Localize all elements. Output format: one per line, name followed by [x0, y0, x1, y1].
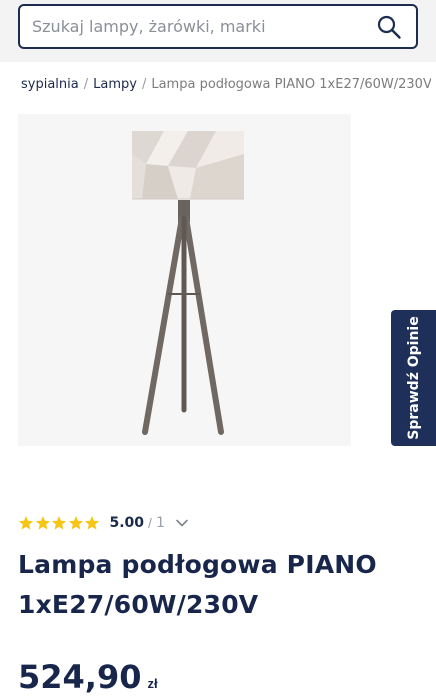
product-image[interactable] [18, 114, 351, 446]
breadcrumb-separator: / [83, 77, 89, 92]
search-icon[interactable] [376, 14, 402, 40]
rating-value: 5.00 [109, 515, 145, 531]
rating-stars [18, 515, 101, 531]
search-header [0, 0, 436, 62]
product-title-line-2: 1xE27/60W/230V [18, 590, 259, 619]
check-reviews-tab[interactable]: Sprawdź Opinie [391, 310, 436, 446]
chevron-down-icon[interactable] [175, 516, 189, 530]
star-icon [35, 516, 50, 530]
star-icon [18, 516, 34, 530]
price-currency: zł [147, 676, 158, 691]
product-title: Lampa podłogowa PIANO 1xE27/60W/230V [18, 545, 418, 625]
star-icon [51, 516, 67, 530]
star-icon [84, 516, 100, 530]
floor-lamp-illustration [132, 131, 244, 435]
product-title-line-1: Lampa podłogowa PIANO [18, 550, 377, 579]
rating-summary[interactable]: 5.00 / 1 [18, 512, 189, 534]
breadcrumb-separator: / [141, 77, 147, 92]
check-reviews-label: Sprawdź Opinie [405, 316, 422, 440]
search-input[interactable] [32, 6, 362, 47]
price-value: 524,90 [18, 658, 142, 696]
review-count: 1 [155, 515, 165, 531]
breadcrumb: sypialnia / Lampy / Lampa podłogowa PIANO 1x… [21, 77, 431, 92]
rating-separator: / [148, 515, 152, 531]
product-price: 524,90 zł [18, 658, 158, 696]
breadcrumb-link-lampy[interactable]: Lampy [93, 77, 137, 92]
breadcrumb-current: Lampa podłogowa PIANO 1xE27/60W/230V [151, 77, 431, 92]
search-bar[interactable] [18, 4, 418, 49]
breadcrumb-link-sypialnia[interactable]: sypialnia [21, 77, 79, 92]
star-icon [68, 516, 83, 530]
